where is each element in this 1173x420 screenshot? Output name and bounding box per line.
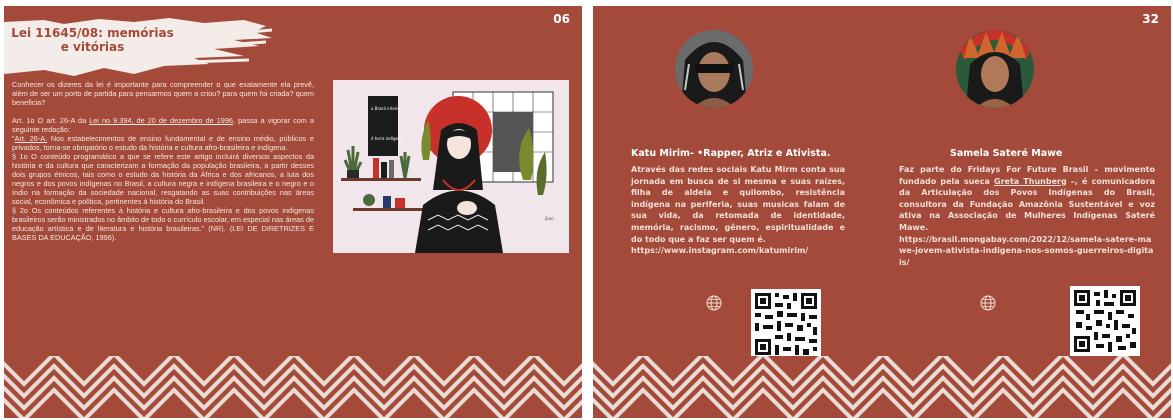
page-number: 32 xyxy=(1142,12,1159,26)
samela-name: Samela Sateré Mawe xyxy=(950,148,1063,159)
samela-bio: Faz parte do Fridays For Future Brasil –… xyxy=(899,164,1155,268)
illustration-signature: jbaú xyxy=(544,216,554,221)
globe-icon[interactable] xyxy=(706,295,722,311)
greta-thunberg-link[interactable]: Greta Thunberg xyxy=(994,177,1067,186)
samela-mongabay-link[interactable]: https://brasil.mongabay.com/2022/12/same… xyxy=(899,234,1155,269)
paragraph-2: § 2o Os conteúdos referentes à história … xyxy=(12,206,314,242)
page-number: 06 xyxy=(553,12,570,26)
law-link[interactable]: Lei no 9.394, de 20 de dezembro de 1996 xyxy=(89,116,233,125)
globe-icon[interactable] xyxy=(980,295,996,311)
right-page: 32 Katu Mirim- •Rapper, Atriz e Ativista… xyxy=(593,6,1171,418)
katu-mirim-bio: Através das redes sociais Katu Mirm cont… xyxy=(631,164,845,257)
article-text: Art. 1o O art. 26-A da xyxy=(12,116,90,125)
paragraph-1: § 1o O conteúdo programático a que se re… xyxy=(12,152,314,206)
indigenous-pattern-border xyxy=(4,356,582,418)
samela-satere-mawe-photo xyxy=(956,30,1034,108)
article-paragraph: Art. 1o O art. 26-A da Lei no 9.394, de … xyxy=(12,116,314,242)
katu-bio-text: Através das redes sociais Katu Mirm cont… xyxy=(631,165,845,244)
article-26a-text: Nos estabelecimentos de ensino fundament… xyxy=(12,134,314,152)
katu-mirim-name: Katu Mirim- •Rapper, Atriz e Ativista. xyxy=(631,148,831,159)
page-title: Lei 11645/08: memórias e vitórias xyxy=(11,26,174,54)
book-text-1: o Brasil inteiro xyxy=(371,106,400,111)
article-26a-link[interactable]: Art. 26-A. xyxy=(15,134,48,143)
intro-paragraph: Conhecer os dizeres da lei é importante … xyxy=(12,80,314,107)
indigenous-pattern-border xyxy=(593,356,1171,418)
katu-qr-code[interactable] xyxy=(751,289,821,359)
law-text: Conhecer os dizeres da lei é importante … xyxy=(12,80,314,251)
left-page: 06 Lei 11645/08: memórias e vitórias Con… xyxy=(4,6,582,418)
illustration: o Brasil inteiro é terra indígena jbaú xyxy=(333,80,569,253)
samela-qr-code[interactable] xyxy=(1070,286,1140,356)
book-text-2: é terra indígena xyxy=(371,136,404,141)
katu-instagram-link[interactable]: https://www.instagram.com/katumirim/ xyxy=(631,245,845,257)
katu-mirim-photo xyxy=(675,30,753,108)
